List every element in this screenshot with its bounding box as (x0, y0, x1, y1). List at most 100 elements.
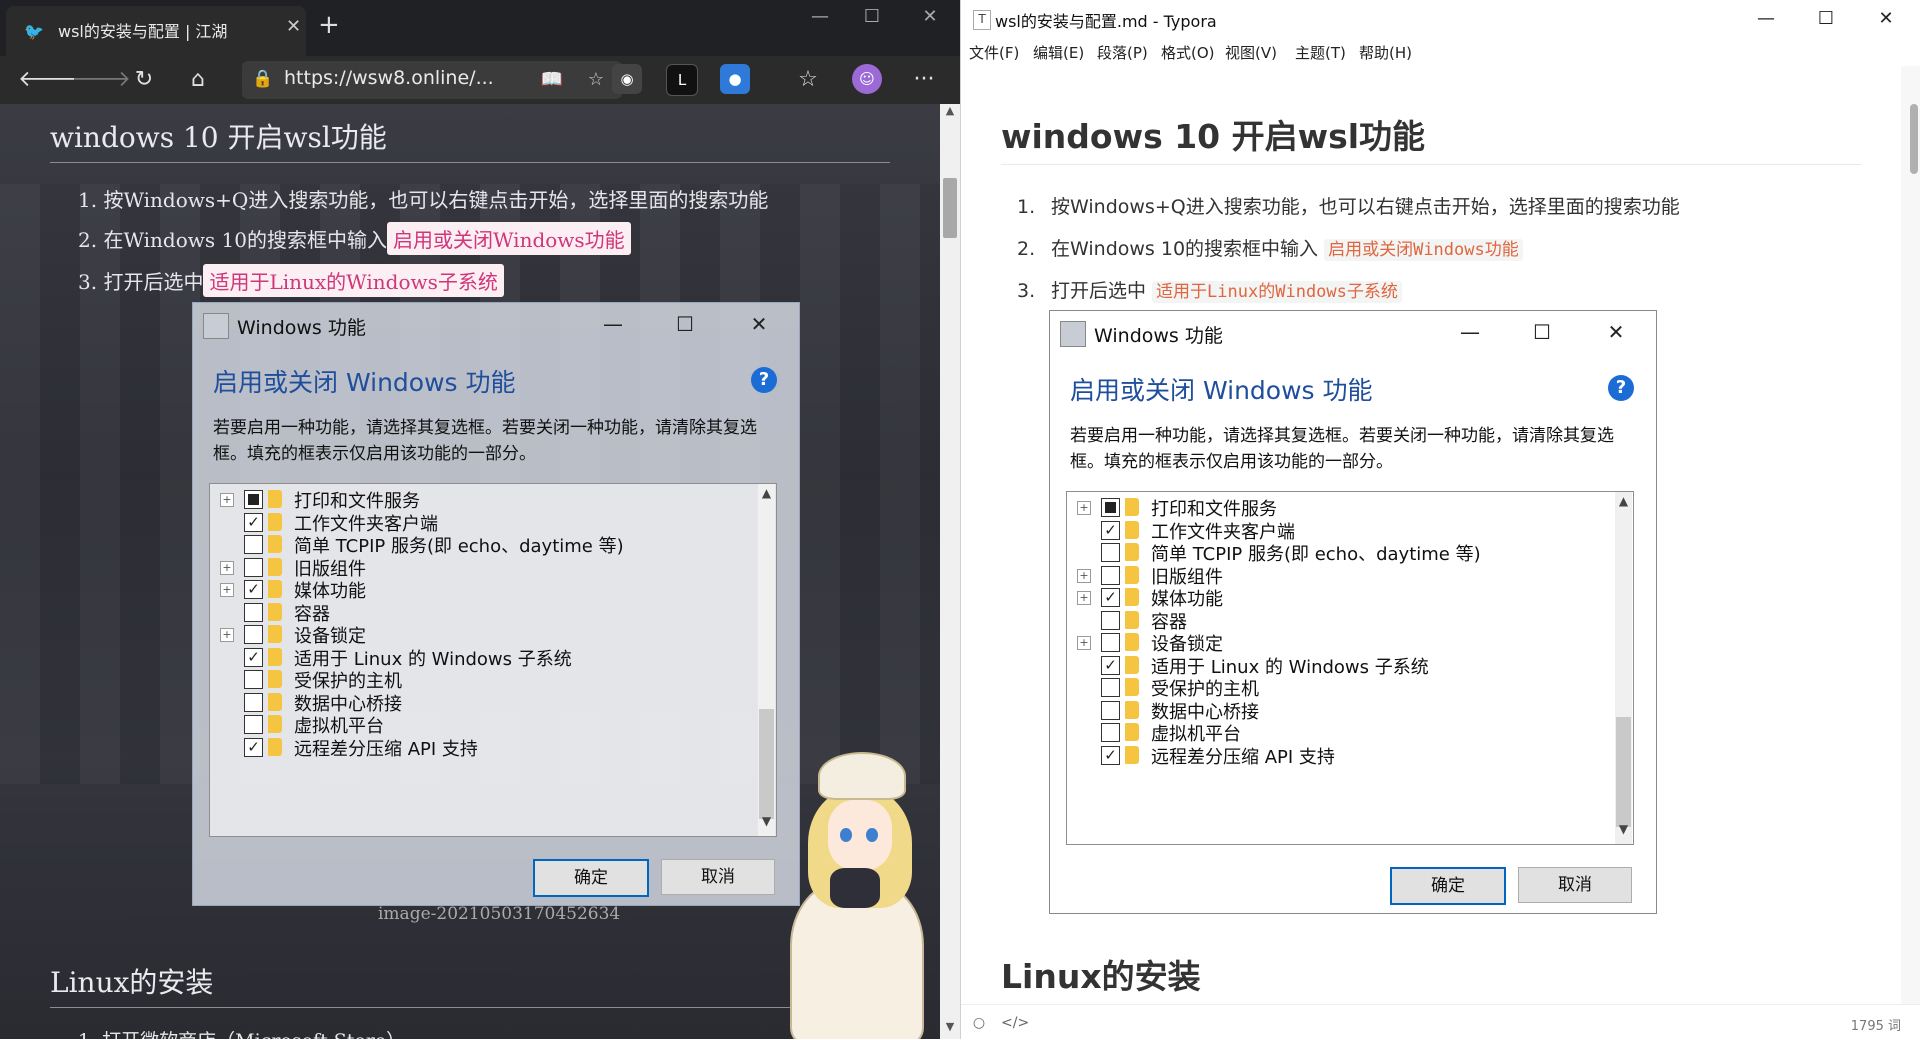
ok-button: 确定 (1390, 867, 1506, 905)
menu-paragraph[interactable]: 段落(P) (1097, 42, 1148, 64)
scroll-up-icon[interactable]: ▲ (940, 104, 960, 122)
scroll-down-icon: ▼ (761, 814, 772, 828)
doc-heading-linux[interactable]: Linux的安装 (1001, 950, 1861, 996)
menu-help[interactable]: 帮助(H) (1359, 42, 1412, 64)
doc-step-2[interactable]: 2. 在Windows 10的搜索框中输入 启用或关闭Windows功能 (1017, 234, 1523, 264)
folder-icon (268, 580, 282, 598)
feature-list: ▲ ▼ + 打印和文件服务 ✓ 工作文件夹客户端 简单 TCPIP 服务(即 echo、… (1066, 491, 1634, 845)
feature-checkbox (1101, 543, 1120, 562)
expand-icon: + (220, 583, 234, 597)
url-text[interactable]: https://wsw8.online/... (284, 67, 534, 93)
step-text: 打开后选中 (103, 270, 204, 294)
more-icon[interactable]: ··· (906, 64, 942, 96)
feature-checkbox (1101, 610, 1120, 630)
home-icon[interactable]: ⌂ (180, 64, 216, 96)
feature-label: 容器 (294, 603, 330, 625)
extension-l-icon[interactable]: L (666, 64, 698, 96)
dialog-heading: 启用或关闭 Windows 功能 (213, 368, 516, 397)
feature-checkbox (244, 715, 263, 734)
folder-icon (1125, 565, 1139, 584)
list-scroll-thumb (1616, 717, 1631, 827)
feature-row: ✓ 远程差分压缩 API 支持 (210, 735, 750, 762)
doc-heading-wsl[interactable]: windows 10 开启wsl功能 (1001, 110, 1861, 165)
editor-scrollbar[interactable] (1901, 66, 1920, 1004)
step-number: 2. (78, 228, 98, 252)
extension-owl-icon[interactable]: ◉ (612, 64, 642, 94)
menu-theme[interactable]: 主题(T) (1295, 42, 1346, 64)
minimize-icon: — (1460, 320, 1480, 344)
back-icon[interactable]: 🡐 (18, 64, 77, 96)
page-heading-wsl: windows 10 开启wsl功能 (50, 116, 890, 163)
tab-close-icon[interactable]: ✕ (286, 16, 306, 40)
feature-checkbox (244, 490, 263, 509)
refresh-icon[interactable]: ↻ (126, 64, 162, 96)
favorites-icon[interactable]: ☆ (790, 64, 826, 96)
list-scroll-thumb (759, 709, 774, 819)
character-hat (818, 752, 906, 800)
folder-icon (1125, 633, 1139, 651)
feature-checkbox (244, 602, 263, 622)
page-step-1: 1. 按Windows+Q进入搜索功能，也可以右键点击开始，选择里面的搜索功能 (78, 184, 768, 216)
dialog-description: 若要启用一种功能，请选择其复选框。若要关闭一种功能，请清除其复选框。填充的框表示… (213, 418, 757, 464)
windows-features-image: Windows 功能 — ☐ ✕ 启用或关闭 Windows 功能 ? 若要启用… (192, 302, 800, 906)
scroll-down-icon[interactable]: ▼ (940, 1020, 960, 1038)
doc-step-1[interactable]: 1. 按Windows+Q进入搜索功能，也可以右键点击开始，选择里面的搜索功能 (1017, 192, 1680, 222)
address-bar[interactable]: 🔒 https://wsw8.online/... 📖 ☆ (242, 61, 622, 99)
source-mode-icon[interactable]: </> (1001, 1015, 1029, 1033)
word-count[interactable]: 1795 词 (1821, 1015, 1901, 1034)
browser-maximize-button[interactable]: ☐ (852, 6, 892, 36)
doc-step-3[interactable]: 3. 打开后选中 适用于Linux的Windows子系统 (1017, 276, 1402, 306)
feature-label: 设备锁定 (1151, 634, 1223, 655)
folder-icon (1125, 745, 1139, 764)
browser-tab[interactable]: 🐦 wsl的安装与配置 | 江湖 ✕ (6, 6, 306, 56)
new-tab-button[interactable]: + (318, 10, 348, 40)
forward-icon[interactable]: 🡒 (72, 64, 131, 96)
lock-icon: 🔒 (252, 69, 274, 89)
feature-label: 打印和文件服务 (294, 491, 420, 512)
profile-avatar[interactable]: ☺ (852, 64, 882, 94)
ok-button: 确定 (533, 859, 649, 897)
minimize-icon: — (603, 312, 623, 336)
browser-minimize-button[interactable]: — (800, 6, 840, 36)
reader-view-icon[interactable]: 📖 (538, 66, 566, 94)
browser-window: 🐦 wsl的安装与配置 | 江湖 ✕ + — ☐ ✕ 🡐 🡒 ↻ ⌂ 🔒 htt… (0, 0, 960, 1039)
expand-icon: + (220, 493, 234, 507)
feature-label: 简单 TCPIP 服务(即 echo、daytime 等) (294, 536, 624, 557)
typora-minimize-button[interactable]: — (1741, 4, 1791, 34)
page-scrollbar[interactable] (940, 104, 960, 1039)
feature-checkbox (244, 670, 263, 689)
step-text: 按Windows+Q进入搜索功能，也可以右键点击开始，选择里面的搜索功能 (103, 188, 769, 212)
feature-list: ▲ ▼ + 打印和文件服务 ✓ 工作文件夹客户端 简单 TCPIP 服务(即 echo、… (209, 483, 777, 837)
help-icon: ? (1608, 375, 1634, 401)
typora-close-button[interactable]: ✕ (1861, 4, 1911, 34)
menu-file[interactable]: 文件(F) (969, 42, 1019, 64)
browser-close-button[interactable]: ✕ (910, 6, 950, 36)
dialog-heading: 启用或关闭 Windows 功能 (1070, 376, 1373, 405)
typora-maximize-button[interactable]: ☐ (1801, 4, 1851, 34)
folder-icon (268, 557, 282, 576)
page-scroll-thumb[interactable] (943, 178, 957, 238)
typora-window: T wsl的安装与配置.md - Typora — ☐ ✕ 文件(F) 编辑(E… (960, 0, 1920, 1040)
extension-color-icon[interactable]: ● (720, 64, 750, 94)
editor-scroll-thumb[interactable] (1910, 104, 1918, 174)
feature-checkbox (1101, 700, 1120, 720)
add-favorite-icon[interactable]: ☆ (582, 66, 610, 94)
feature-label: 远程差分压缩 API 支持 (1151, 746, 1335, 768)
outline-toggle-icon[interactable]: ○ (969, 1015, 989, 1033)
feature-checkbox: ✓ (244, 737, 263, 757)
window-app-icon (1060, 321, 1086, 347)
menu-view[interactable]: 视图(V) (1225, 42, 1277, 64)
character-eye (866, 828, 878, 842)
feature-label: 数据中心桥接 (294, 693, 402, 715)
folder-icon (1125, 700, 1139, 719)
feature-label: 旧版组件 (294, 558, 366, 580)
menu-edit[interactable]: 编辑(E) (1033, 42, 1084, 64)
feature-label: 适用于 Linux 的 Windows 子系统 (1151, 656, 1429, 678)
folder-icon (268, 647, 282, 666)
menu-format[interactable]: 格式(O) (1161, 42, 1215, 64)
tab-strip: 🐦 wsl的安装与配置 | 江湖 ✕ + — ☐ ✕ (0, 0, 960, 56)
tab-title: wsl的安装与配置 | 江湖 (58, 22, 228, 41)
feature-row: ✓ 远程差分压缩 API 支持 (1067, 743, 1607, 770)
feature-checkbox (244, 535, 263, 554)
folder-icon (1125, 498, 1139, 516)
